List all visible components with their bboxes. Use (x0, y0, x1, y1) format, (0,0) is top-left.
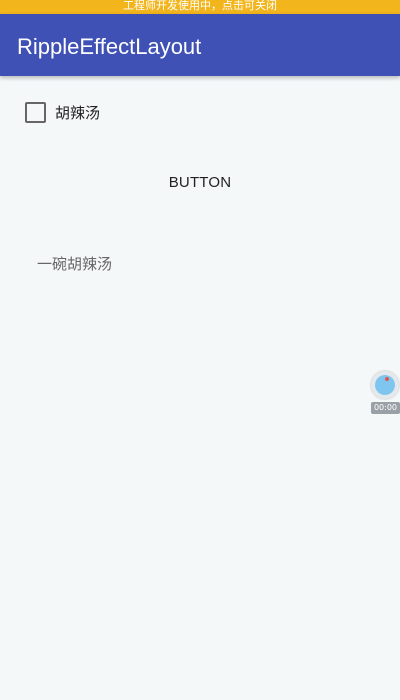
status-bar-notice-text: 工程师开发使用中，点击可关闭 (123, 0, 277, 12)
checkbox-row[interactable]: 胡辣汤 (25, 101, 100, 123)
main-button[interactable]: BUTTON (120, 163, 280, 201)
app-title: RippleEffectLayout (17, 34, 202, 59)
checkbox-icon[interactable] (25, 101, 46, 123)
checkbox-label[interactable]: 胡辣汤 (55, 102, 100, 123)
floating-record-widget[interactable]: 00:00 (371, 371, 400, 415)
record-timer: 00:00 (371, 402, 400, 414)
record-icon[interactable] (371, 371, 399, 399)
record-dot (385, 377, 389, 381)
body-text: 一碗胡辣汤 (37, 255, 113, 273)
app-bar: RippleEffectLayout (0, 14, 400, 76)
status-bar-notice[interactable]: 工程师开发使用中，点击可关闭 (0, 0, 400, 14)
